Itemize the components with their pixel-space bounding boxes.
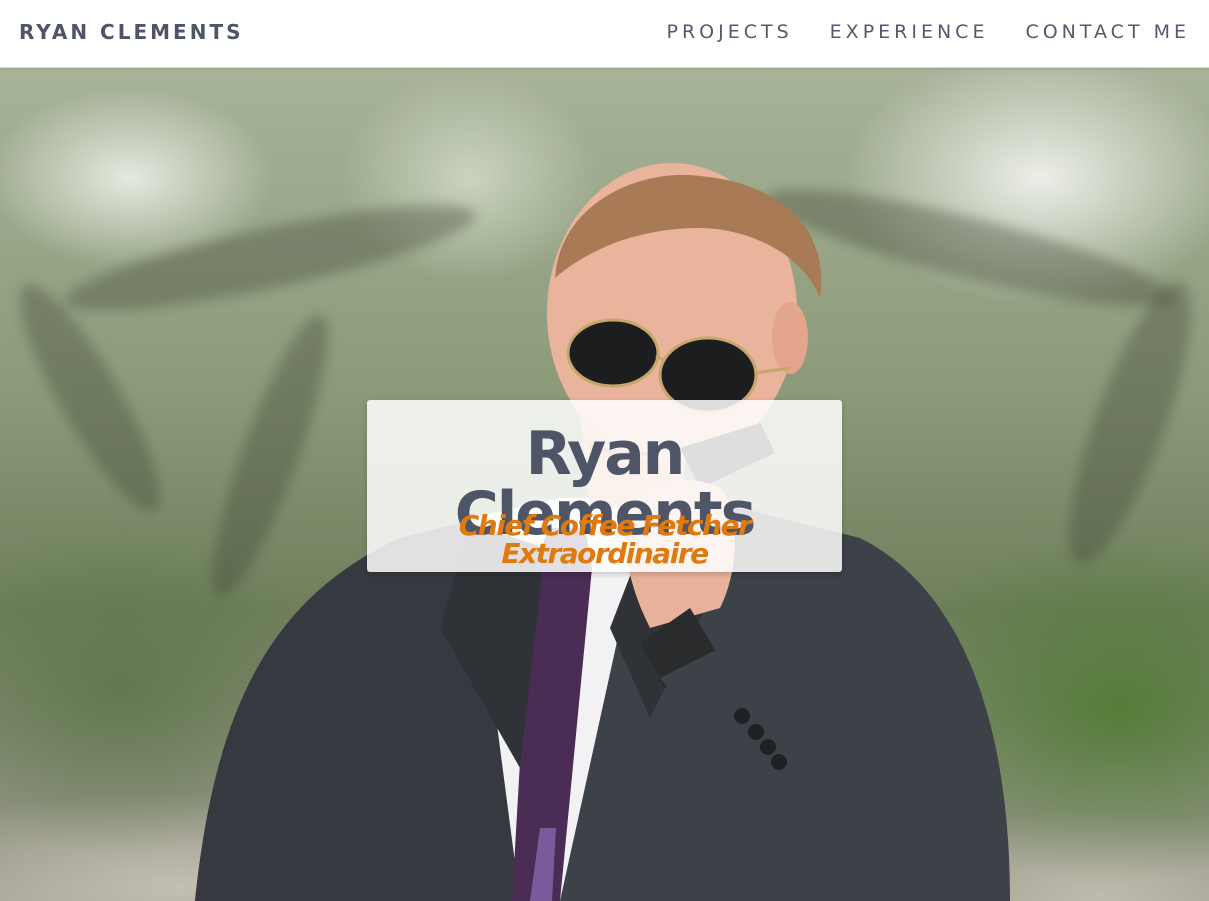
hero-tagline: Chief Coffee Fetcher Extraordinaire	[458, 509, 752, 570]
nav-link-contact[interactable]: CONTACT ME	[1025, 21, 1190, 43]
brand-link[interactable]: RYAN CLEMENTS	[19, 20, 244, 44]
nav-link-experience[interactable]: EXPERIENCE	[830, 21, 989, 43]
nav-links: PROJECTS EXPERIENCE CONTACT ME	[667, 21, 1190, 43]
hero-name-card: Ryan Clements Chief Coffee Fetcher Extra…	[367, 400, 842, 572]
top-navbar: RYAN CLEMENTS PROJECTS EXPERIENCE CONTAC…	[0, 0, 1209, 68]
nav-link-projects[interactable]: PROJECTS	[667, 21, 793, 43]
hero-section: Ryan Clements Chief Coffee Fetcher Extra…	[0, 68, 1209, 901]
